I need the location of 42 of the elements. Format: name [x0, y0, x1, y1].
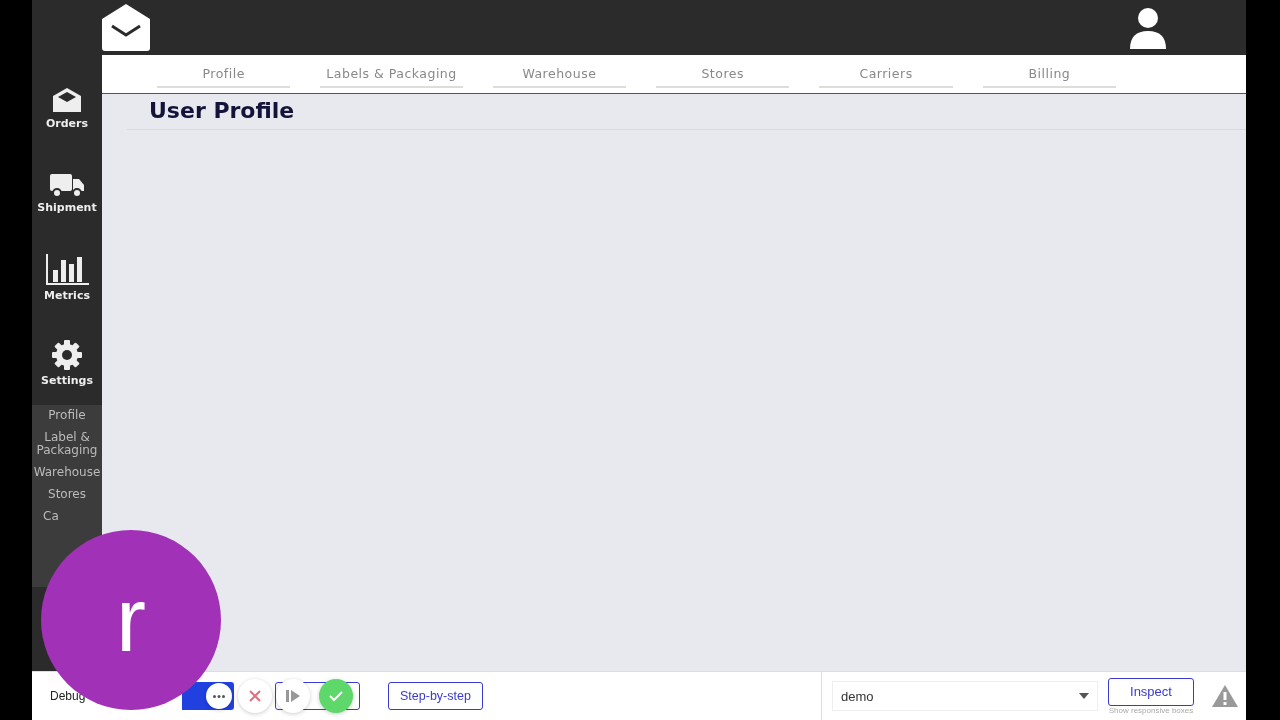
inspect-button[interactable]: Inspect: [1108, 677, 1194, 706]
step-button[interactable]: [276, 679, 310, 713]
tab[interactable]: Carriers: [819, 65, 953, 88]
step-by-step-button[interactable]: Step-by-step: [388, 682, 483, 710]
page-title: User Profile: [127, 94, 1246, 130]
tab[interactable]: Billing: [982, 65, 1117, 88]
hint-text: Show responsive boxes: [1108, 705, 1194, 715]
sidebar-label: Metrics: [44, 288, 90, 302]
sidebar-item[interactable]: Metrics: [44, 235, 90, 320]
warning-icon[interactable]: [1212, 685, 1238, 707]
submenu-item[interactable]: Profile: [48, 407, 86, 424]
check-icon: [329, 690, 343, 702]
package-icon: [51, 85, 83, 114]
close-button[interactable]: [238, 679, 272, 713]
environment-select[interactable]: demo: [832, 681, 1098, 711]
settings-icon: [51, 338, 83, 371]
sidebar-item[interactable]: Settings: [41, 320, 93, 405]
caret-icon: [1079, 693, 1089, 699]
submenu-item[interactable]: Label & Packaging: [32, 429, 102, 459]
more-button[interactable]: [206, 683, 232, 709]
confirm-button[interactable]: [319, 679, 353, 713]
sidebar-label: Settings: [41, 373, 93, 387]
step-forward-icon: [286, 689, 300, 703]
close-icon: [249, 690, 261, 702]
tab[interactable]: Labels & Packaging: [320, 65, 463, 88]
envelope-logo-icon[interactable]: [102, 3, 150, 52]
sidebar-item[interactable]: Orders: [45, 65, 89, 150]
submenu-item[interactable]: Stores: [48, 486, 86, 503]
more-icon: [213, 694, 225, 698]
submenu-item[interactable]: Ca: [43, 508, 59, 525]
submenu-item[interactable]: Warehouse: [33, 464, 101, 481]
sidebar-label: Shipment: [37, 200, 97, 214]
tab[interactable]: Stores: [656, 65, 790, 88]
tab[interactable]: Warehouse: [492, 65, 627, 88]
sidebar-label: Orders: [45, 116, 89, 130]
primary-button[interactable]: [182, 682, 234, 710]
tab[interactable]: Profile: [157, 65, 291, 88]
outline-button[interactable]: [275, 682, 360, 710]
sidebar-item[interactable]: Shipment: [37, 150, 97, 235]
user-icon[interactable]: [1130, 6, 1166, 49]
bar-chart-icon: [45, 253, 89, 286]
truck-icon: [49, 171, 85, 198]
